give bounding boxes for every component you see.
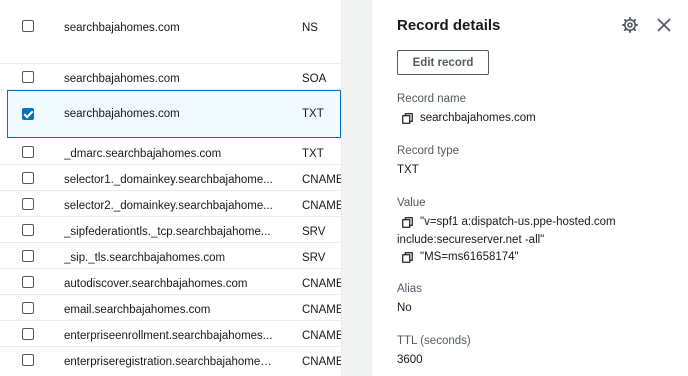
- record-type-cell: CNAME: [302, 278, 341, 290]
- record-type-cell: CNAME: [302, 200, 341, 212]
- value-label: Value: [397, 197, 426, 209]
- record-type-cell: SRV: [302, 226, 326, 238]
- value-line-1: "v=spf1 a:dispatch-us.ppe-hosted.com: [420, 216, 616, 228]
- record-type-cell: CNAME: [302, 330, 341, 342]
- copy-icon[interactable]: [402, 113, 413, 124]
- row-checkbox[interactable]: [22, 354, 34, 366]
- record-name-cell: autodiscover.searchbajahomes.com: [64, 278, 248, 290]
- row-checkbox-checked[interactable]: [22, 108, 34, 120]
- row-checkbox[interactable]: [22, 20, 34, 32]
- value-line-2: include:secureserver.net -all": [397, 234, 545, 246]
- record-name-cell: email.searchbajahomes.com: [64, 304, 211, 316]
- record-name-cell: searchbajahomes.com: [64, 73, 180, 85]
- table-row[interactable]: searchbajahomes.com NS: [0, 0, 341, 64]
- row-checkbox[interactable]: [22, 71, 34, 83]
- row-checkbox[interactable]: [22, 250, 34, 262]
- table-row[interactable]: enterpriseenrollment.searchbajahomes... …: [0, 321, 341, 347]
- record-type-cell: CNAME: [302, 356, 341, 368]
- alias-value: No: [397, 302, 412, 314]
- table-row-selected[interactable]: searchbajahomes.com TXT: [7, 90, 341, 138]
- record-name-cell: _sip._tls.searchbajahomes.com: [64, 252, 226, 264]
- value-line-3: "MS=ms61658174": [420, 251, 519, 263]
- record-type-value: TXT: [397, 164, 419, 176]
- row-checkbox[interactable]: [22, 172, 34, 184]
- row-checkbox[interactable]: [22, 146, 34, 158]
- record-type-cell: SOA: [302, 73, 327, 85]
- table-row[interactable]: selector1._domainkey.searchbajahome... C…: [0, 165, 341, 191]
- table-row[interactable]: autodiscover.searchbajahomes.com CNAME: [0, 269, 341, 295]
- record-name-cell: selector1._domainkey.searchbajahome...: [64, 174, 273, 186]
- row-checkbox[interactable]: [22, 302, 34, 314]
- table-row[interactable]: _dmarc.searchbajahomes.com TXT: [0, 139, 341, 165]
- table-row[interactable]: enterpriseregistration.searchbajahomes..…: [0, 347, 341, 376]
- ttl-label: TTL (seconds): [397, 335, 471, 347]
- row-checkbox[interactable]: [22, 328, 34, 340]
- record-name-cell: searchbajahomes.com: [64, 108, 180, 120]
- gear-icon[interactable]: [622, 17, 638, 33]
- table-row[interactable]: selector2._domainkey.searchbajahome... C…: [0, 191, 341, 217]
- table-row[interactable]: _sip._tls.searchbajahomes.com SRV: [0, 243, 341, 269]
- record-type-label: Record type: [397, 145, 460, 157]
- panel-title: Record details: [397, 17, 501, 34]
- record-name-cell: selector2._domainkey.searchbajahome...: [64, 200, 273, 212]
- record-type-cell: CNAME: [302, 304, 341, 316]
- edit-record-button[interactable]: Edit record: [397, 50, 489, 75]
- record-name-cell: _sipfederationtls._tcp.searchbajahome...: [64, 226, 271, 238]
- split-pane-divider[interactable]: [341, 0, 372, 376]
- record-name-cell: enterpriseenrollment.searchbajahomes...: [64, 330, 273, 342]
- record-type-cell: TXT: [302, 108, 324, 120]
- record-name-label: Record name: [397, 93, 467, 105]
- record-name-cell: searchbajahomes.com: [64, 22, 180, 34]
- table-row[interactable]: searchbajahomes.com SOA: [0, 64, 341, 90]
- record-details-panel: Record details Edit record Record name s…: [373, 0, 688, 376]
- copy-icon[interactable]: [402, 217, 413, 228]
- row-checkbox[interactable]: [22, 198, 34, 210]
- record-type-cell: NS: [302, 22, 318, 34]
- record-type-cell: CNAME: [302, 174, 341, 186]
- ttl-value: 3600: [397, 354, 423, 366]
- record-name-value: searchbajahomes.com: [420, 112, 536, 124]
- table-row[interactable]: _sipfederationtls._tcp.searchbajahome...…: [0, 217, 341, 243]
- record-type-cell: TXT: [302, 148, 324, 160]
- row-checkbox[interactable]: [22, 276, 34, 288]
- records-table: searchbajahomes.com NS searchbajahomes.c…: [0, 0, 341, 376]
- record-name-cell: _dmarc.searchbajahomes.com: [64, 148, 222, 160]
- record-name-cell: enterpriseregistration.searchbajahomes..…: [64, 356, 274, 368]
- record-type-cell: SRV: [302, 252, 326, 264]
- row-checkbox[interactable]: [22, 224, 34, 236]
- close-icon[interactable]: [656, 17, 672, 33]
- alias-label: Alias: [397, 283, 422, 295]
- copy-icon[interactable]: [402, 252, 413, 263]
- table-row[interactable]: email.searchbajahomes.com CNAME: [0, 295, 341, 321]
